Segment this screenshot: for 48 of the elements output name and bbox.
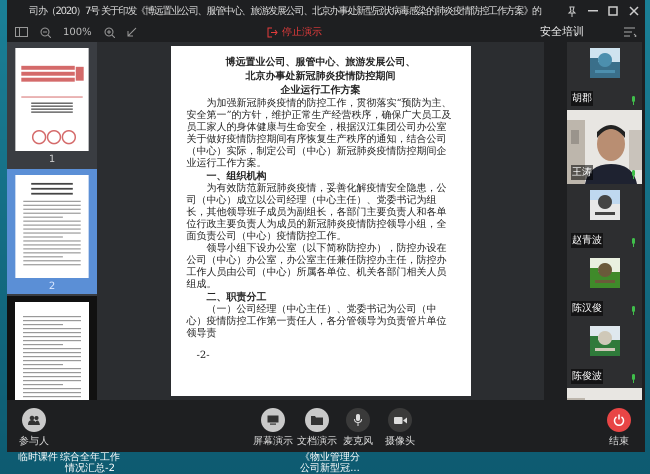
document-title: 企业运行工作方案 (280, 84, 362, 98)
participant-name: 王涛 (571, 165, 593, 180)
section-heading: 一、组织机构 (206, 170, 268, 182)
participant-name: 陈汉俊 (571, 301, 603, 316)
participant-name: 赵青波 (571, 233, 603, 248)
section-heading: 二、职责分工 (206, 291, 268, 304)
page-number: 1 (48, 153, 56, 167)
paragraph: （一）公司经理（中心主任）、党委书记为公司（中心）疫情防控工作第一责任人，各分管领导为负责管片单位领导责 (186, 304, 448, 340)
monitor-icon (267, 415, 279, 425)
screen-share-button[interactable]: 屏幕演示 (253, 408, 293, 449)
paragraph: 领导小组下设办公室（以下简称防控办），防控办设在公司（中心）办公室，办公室主任兼任防控办主任，防控办工作人员由公司（中心）所属各单位、机关各部门相关人员组成。 (186, 243, 448, 291)
microphone-icon (354, 414, 362, 426)
participants-button[interactable]: 参与人 (19, 408, 49, 449)
window-title: 司办（2020）7号 关于印发《博远置业公司、服管中心、旅游发展公司、北京办事处新型冠状病毒感染的肺炎疫情防控工作方案》的 (28, 4, 542, 18)
page-number: 2 (48, 280, 56, 294)
meeting-name: 安全培训 (540, 24, 585, 40)
arrow-icon[interactable] (126, 27, 137, 37)
microphone-icon (631, 238, 636, 247)
exit-icon (267, 26, 278, 38)
microphone-button[interactable]: 麦克风 (343, 408, 373, 449)
people-icon (28, 415, 40, 425)
document-title: 北京办事处新冠肺炎疫情防控期间 (244, 70, 396, 84)
folder-icon (311, 415, 323, 425)
participant-name: 陈俊波 (571, 369, 603, 384)
microphone-icon (631, 170, 636, 179)
paragraph: 为有效防范新冠肺炎疫情，妥善化解疫情安全隐患，公司（中心）成立以公司经理（中心主任）、党委书记为组长，其他领导班子成员为副组长，各部门主要负责人和各单位行政主要负责人为成员的新冠肺炎疫情防控领导小组，全面负责公司（中心）疫情防控工作。 (186, 183, 448, 242)
desktop-icon-label[interactable]: 《物业管理分 公司新型冠... (300, 452, 360, 474)
stop-presenting-button[interactable]: 停止演示 (267, 24, 322, 40)
page-thumbnail[interactable]: 1 (7, 42, 97, 167)
paragraph: 为加强新冠肺炎疫情的防控工作，贯彻落实“预防为主、安全第一”的方针，维护正常生产经营秩序，确保广大员工及员工家人的身体健康与生命安全，根据汉江集团公司办公室关于做好疫情防控期间有序恢复生产秩序的通知，结合公司（中心）实际，制定公司（中心）新冠肺炎疫情防控期间企业运行工作方案。 (186, 98, 453, 170)
desktop-icon-label[interactable]: 临时课件 (18, 452, 58, 463)
sidebar-icon[interactable] (15, 27, 28, 37)
desktop-icon-label[interactable]: 综合全年工作 情况汇总-2 (60, 452, 120, 474)
participant-name: 胡郡 (571, 91, 593, 106)
zoom-level: 100% (63, 26, 92, 40)
document-title: 博远置业公司、服管中心、旅游发展公司、 (224, 56, 416, 70)
camera-icon (394, 416, 406, 424)
microphone-icon (631, 374, 636, 383)
zoom-in-icon[interactable] (104, 26, 115, 38)
microphone-icon (631, 306, 636, 315)
power-icon (613, 414, 625, 426)
zoom-out-icon[interactable] (40, 26, 51, 38)
camera-button[interactable]: 摄像头 (385, 408, 415, 449)
page-thumbnail[interactable] (7, 296, 97, 400)
microphone-icon (631, 96, 636, 105)
page-number: -2- (196, 349, 211, 363)
list-icon[interactable] (624, 27, 637, 37)
document-share-button[interactable]: 文档演示 (297, 408, 337, 449)
